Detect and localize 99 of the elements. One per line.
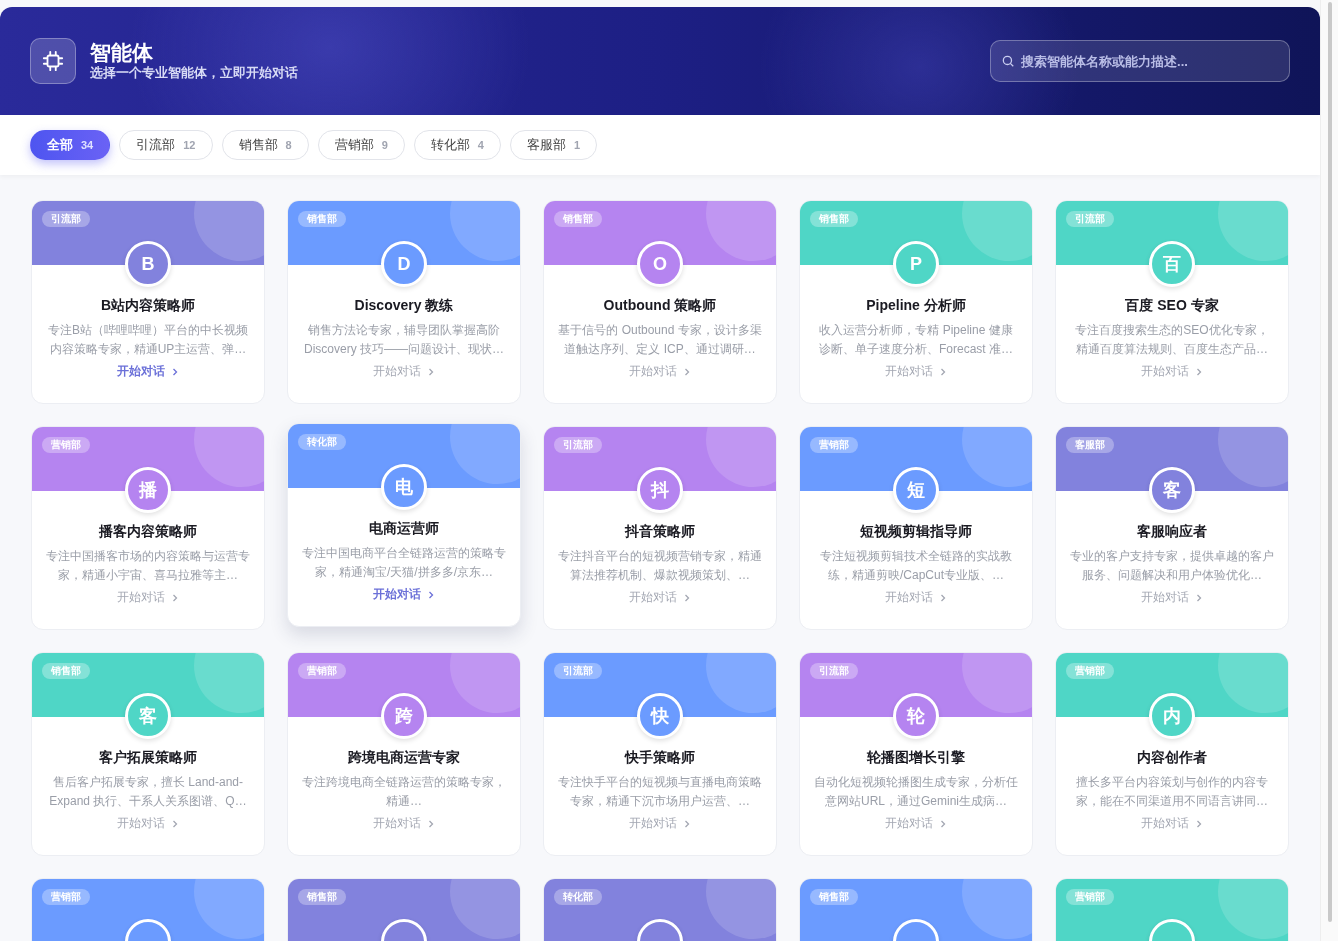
agent-card[interactable]: 营销部 跨 跨境电商运营专家 专注跨境电商全链路运营的策略专家，精通… 开始对话 <box>287 652 521 856</box>
agent-name: 快手策略师 <box>625 749 695 767</box>
agent-name: Pipeline 分析师 <box>866 297 966 315</box>
agent-name: 内容创作者 <box>1137 749 1207 767</box>
agent-name: 百度 SEO 专家 <box>1125 297 1219 315</box>
agent-name: 跨境电商运营专家 <box>348 749 460 767</box>
department-tag: 销售部 <box>42 663 90 679</box>
agent-name: 客户拓展策略师 <box>99 749 197 767</box>
agent-card[interactable]: 引流部 快 快手策略师 专注快手平台的短视频与直播电商策略专家，精通下沉市场用户运营、… 开始对话 <box>543 652 777 856</box>
agent-description: 专注抖音平台的短视频营销专家，精通算法推荐机制、爆款视频策划、… <box>557 548 763 584</box>
department-tag: 引流部 <box>554 663 602 679</box>
agent-avatar: 抖 <box>637 467 683 513</box>
agent-avatar: O <box>637 241 683 287</box>
agent-description: 基于信号的 Outbound 专家，设计多渠道触达序列、定义 ICP、通过调研… <box>557 322 763 358</box>
agent-description: 专业的客户支持专家，提供卓越的客户服务、问题解决和用户体验优化… <box>1069 548 1275 584</box>
agent-card[interactable]: 引流部 抖 抖音策略师 专注抖音平台的短视频营销专家，精通算法推荐机制、爆款视频策划、… 开始对话 <box>543 426 777 630</box>
department-tag: 转化部 <box>554 889 602 905</box>
agent-avatar: D <box>381 241 427 287</box>
page-title: 智能体 <box>90 40 154 65</box>
agent-name: Discovery 教练 <box>354 297 454 315</box>
department-tag: 引流部 <box>1066 211 1114 227</box>
department-tag: 客服部 <box>1066 437 1114 453</box>
agent-avatar: 轮 <box>893 693 939 739</box>
agent-description: 专注短视频剪辑技术全链路的实战教练，精通剪映/CapCut专业版、… <box>819 548 1013 584</box>
agent-card[interactable]: 引流部 轮 轮播图增长引擎 自动化短视频轮播图生成专家，分析任意网站URL，通过Gemini生成病… 开始对话 <box>799 652 1033 856</box>
agent-avatar: 短 <box>893 467 939 513</box>
department-tag: 营销部 <box>42 889 90 905</box>
agent-name: 短视频剪辑指导师 <box>860 523 972 541</box>
agent-avatar: B <box>125 241 171 287</box>
agent-card[interactable]: 销售部 O Outbound 策略师 基于信号的 Outbound 专家，设计多渠道触达序列、定义 ICP、通过调研… 开始对话 <box>543 200 777 404</box>
search-icon <box>1001 54 1015 68</box>
department-tag: 转化部 <box>298 434 346 450</box>
agent-name: 轮播图增长引擎 <box>867 749 965 767</box>
agent-card[interactable]: 销售部 客 客户拓展策略师 售后客户拓展专家，擅长 Land-and-Expand 执行、干系人关系图谱、Q… 开始对话 <box>31 652 265 856</box>
department-tag: 营销部 <box>42 437 90 453</box>
agent-description: 自动化短视频轮播图生成专家，分析任意网站URL，通过Gemini生成病… <box>813 774 1019 810</box>
agent-card[interactable]: 客服部 客 客服响应者 专业的客户支持专家，提供卓越的客户服务、问题解决和用户体验优化… 开始对话 <box>1055 426 1289 630</box>
agent-avatar: 内 <box>1149 693 1195 739</box>
start-chat-link[interactable]: 开始对话 <box>116 363 180 380</box>
agent-name: 抖音策略师 <box>625 523 695 541</box>
department-tag: 营销部 <box>298 663 346 679</box>
agent-card[interactable]: 销售部 P Pipeline 分析师 收入运营分析师，专精 Pipeline 健康诊断、单子速度分析、Forecast 准… 开始对话 <box>799 200 1033 404</box>
agent-avatar: 百 <box>1149 241 1195 287</box>
agent-avatar: 跨 <box>381 693 427 739</box>
department-tag: 引流部 <box>554 437 602 453</box>
tab-count: 8 <box>285 139 292 151</box>
agent-description: 专注中国播客市场的内容策略与运营专家，精通小宇宙、喜马拉雅等主… <box>45 548 251 584</box>
filter-tab[interactable]: 客服部 1 <box>509 130 597 160</box>
department-tag: 营销部 <box>1066 663 1114 679</box>
tab-count: 4 <box>477 139 484 151</box>
agent-avatar: 快 <box>637 693 683 739</box>
scrollbar-thumb[interactable] <box>1328 2 1332 922</box>
filter-tab[interactable]: 营销部 9 <box>317 130 405 160</box>
agent-avatar: 客 <box>125 693 171 739</box>
agent-avatar: 客 <box>1149 467 1195 513</box>
department-tag: 销售部 <box>298 889 346 905</box>
filter-tab[interactable]: 销售部 8 <box>221 130 309 160</box>
agent-description: 专注跨境电商全链路运营的策略专家，精通… <box>301 774 507 810</box>
department-tag: 销售部 <box>298 211 346 227</box>
agent-description: 售后客户拓展专家，擅长 Land-and-Expand 执行、干系人关系图谱、Q… <box>48 774 248 810</box>
agent-card[interactable]: 营销部 短 短视频剪辑指导师 专注短视频剪辑技术全链路的实战教练，精通剪映/CapCut专业版、… 开始对话 <box>799 426 1033 630</box>
agent-description: 专注B站（哔哩哔哩）平台的中长视频内容策略专家，精通UP主运营、弹… <box>47 322 249 358</box>
agent-description: 专注快手平台的短视频与直播电商策略专家，精通下沉市场用户运营、… <box>557 774 763 810</box>
department-tag: 营销部 <box>810 437 858 453</box>
department-tag: 营销部 <box>1066 889 1114 905</box>
department-tag: 销售部 <box>810 211 858 227</box>
agent-description: 销售方法论专家，辅导团队掌握高阶Discovery 技巧——问题设计、现状… <box>303 322 505 358</box>
department-tag: 销售部 <box>554 211 602 227</box>
agent-card[interactable]: 营销部 播 播客内容策略师 专注中国播客市场的内容策略与运营专家，精通小宇宙、喜马拉雅等主… 开始对话 <box>31 426 265 630</box>
tab-count: 12 <box>183 139 196 151</box>
page-subtitle: 选择一个专业智能体，立即开始对话 <box>90 64 298 82</box>
agent-name: B站内容策略师 <box>100 297 196 315</box>
start-chat-link[interactable]: 开始对话 <box>372 586 436 603</box>
filter-tab[interactable]: 转化部 4 <box>413 130 501 160</box>
agent-description: 收入运营分析师，专精 Pipeline 健康诊断、单子速度分析、Forecast 准… <box>818 322 1014 358</box>
filter-tab[interactable]: 全部 34 <box>30 130 111 160</box>
department-tag: 引流部 <box>42 211 90 227</box>
agent-name: Outbound 策略师 <box>603 297 717 315</box>
agent-description: 专注百度搜索生态的SEO优化专家，精通百度算法规则、百度生态产品… <box>1074 322 1270 358</box>
department-tag: 销售部 <box>810 889 858 905</box>
tab-count: 34 <box>81 139 94 151</box>
filter-tab[interactable]: 引流部 12 <box>119 130 213 160</box>
agent-description: 擅长多平台内容策划与创作的内容专家，能在不同渠道用不同语言讲同… <box>1075 774 1269 810</box>
chip-icon <box>30 38 76 84</box>
agent-description: 专注中国电商平台全链路运营的策略专家，精通淘宝/天猫/拼多多/京东… <box>301 545 507 581</box>
agent-name: 电商运营师 <box>369 520 439 538</box>
agent-card[interactable]: 营销部 内 内容创作者 擅长多平台内容策划与创作的内容专家，能在不同渠道用不同语言讲同… 开始对话 <box>1055 652 1289 856</box>
agent-card[interactable]: 引流部 百 百度 SEO 专家 专注百度搜索生态的SEO优化专家，精通百度算法规则、百度生态产品… 开始对话 <box>1055 200 1289 404</box>
agent-avatar: P <box>893 241 939 287</box>
agent-avatar: 播 <box>125 467 171 513</box>
tab-count: 1 <box>573 139 580 151</box>
agent-name: 播客内容策略师 <box>99 523 197 541</box>
agent-card[interactable]: 引流部 B B站内容策略师 专注B站（哔哩哔哩）平台的中长视频内容策略专家，精通UP主运营、弹… 开始对话 <box>31 200 265 404</box>
agent-avatar: 电 <box>381 464 427 510</box>
tab-count: 9 <box>381 139 388 151</box>
agent-card[interactable]: 转化部 电 电商运营师 专注中国电商平台全链路运营的策略专家，精通淘宝/天猫/拼多多/京东… 开始对话 <box>287 423 521 627</box>
agent-name: 客服响应者 <box>1137 523 1207 541</box>
agent-card[interactable]: 销售部 D Discovery 教练 销售方法论专家，辅导团队掌握高阶Discovery 技巧——问题设计、现状… 开始对话 <box>287 200 521 404</box>
department-tag: 引流部 <box>810 663 858 679</box>
